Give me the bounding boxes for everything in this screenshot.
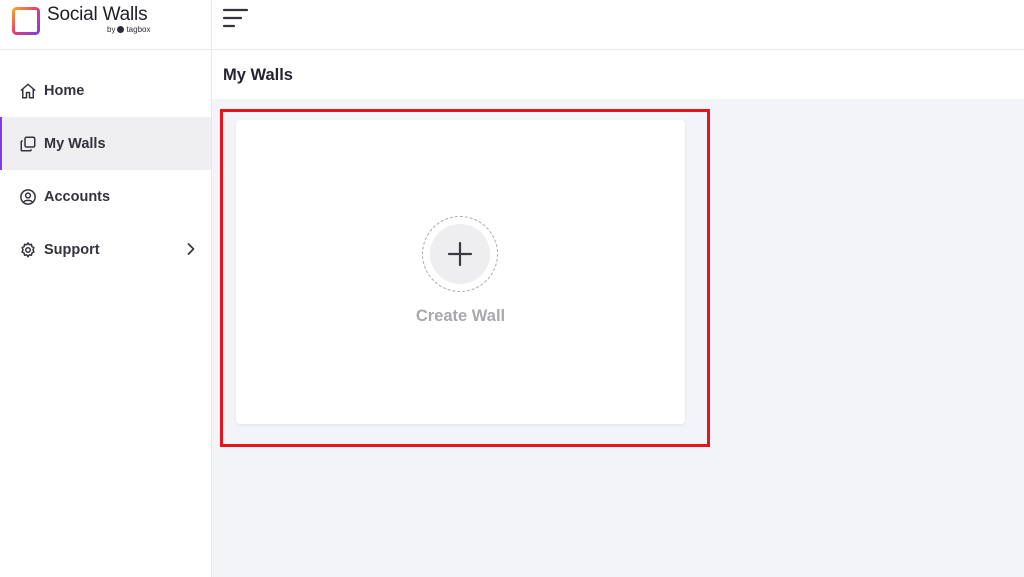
sidebar-item-label: My Walls [44,135,106,152]
chevron-right-icon [187,243,195,255]
sidebar-item-home[interactable]: Home [0,64,211,117]
social-walls-logo-icon [12,7,40,35]
page-header: My Walls [212,51,1024,99]
create-wall-card[interactable]: Create Wall [236,120,685,424]
brand-by-text: by [107,25,116,34]
brand-byline: by tagbox [107,25,150,34]
brand[interactable]: Social Walls by tagbox [0,0,212,50]
create-wall-button-inner [430,224,490,284]
page-title: My Walls [223,66,293,84]
account-icon [18,187,38,207]
create-wall-label: Create Wall [415,307,506,325]
plus-icon [447,241,473,267]
sidebar: Social Walls by tagbox Home My Walls Acc… [0,0,212,577]
create-wall-button[interactable] [422,216,498,292]
home-icon [18,81,38,101]
brand-company: tagbox [126,25,151,34]
sidebar-item-my-walls[interactable]: My Walls [0,117,211,170]
walls-icon [18,134,38,154]
sidebar-item-label: Accounts [44,188,111,205]
brand-name: Social Walls [47,4,148,25]
sidebar-nav: Home My Walls Accounts Support [0,64,211,276]
sidebar-item-support[interactable]: Support [0,223,211,276]
topbar [212,0,1024,50]
gear-icon [18,240,38,260]
sidebar-item-label: Support [44,241,100,258]
sidebar-item-accounts[interactable]: Accounts [0,170,211,223]
hamburger-icon[interactable] [222,7,250,31]
sidebar-item-label: Home [44,82,85,99]
tagbox-icon [117,26,125,33]
main-content: My Walls Create Wall [212,51,1024,577]
